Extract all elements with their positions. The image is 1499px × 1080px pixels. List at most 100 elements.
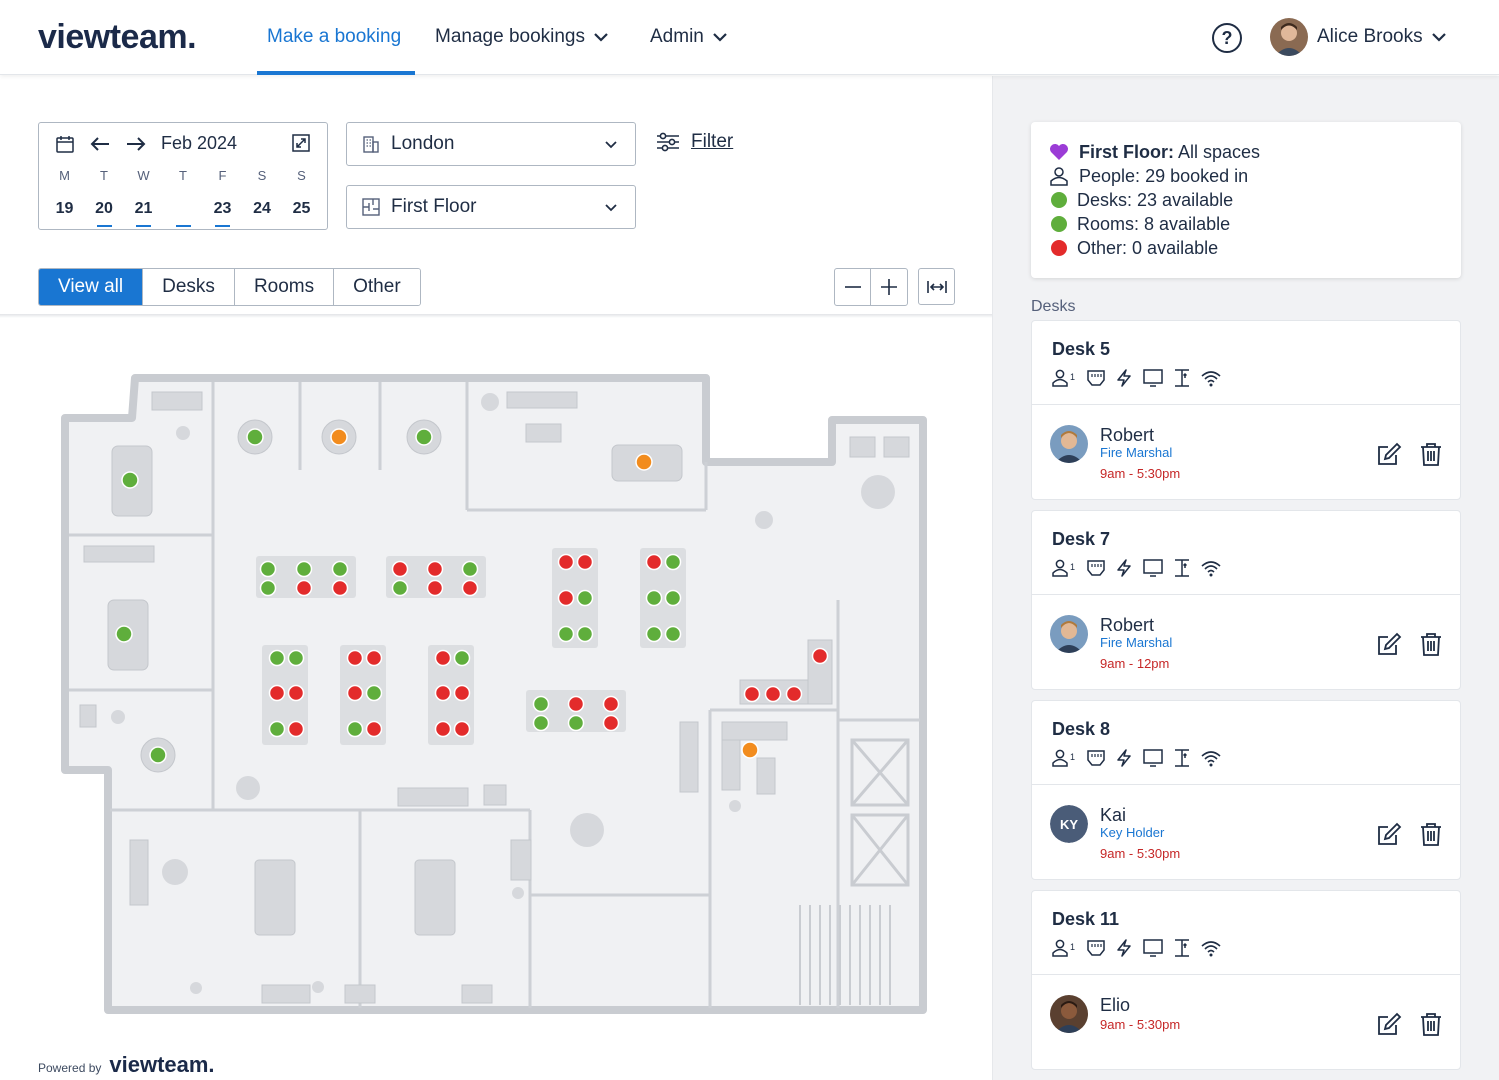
- available-space-marker[interactable]: [287, 649, 305, 667]
- trash-icon[interactable]: [1419, 821, 1443, 847]
- location-select[interactable]: London: [346, 122, 636, 166]
- booked-space-marker[interactable]: [391, 560, 409, 578]
- edit-icon[interactable]: [1376, 821, 1402, 847]
- booked-space-marker[interactable]: [785, 685, 803, 703]
- available-space-marker[interactable]: [268, 649, 286, 667]
- booked-space-marker[interactable]: [287, 684, 305, 702]
- nav-manage-bookings[interactable]: Manage bookings: [435, 26, 609, 48]
- booked-space-marker[interactable]: [557, 589, 575, 607]
- available-space-marker[interactable]: [576, 589, 594, 607]
- booked-space-marker[interactable]: [426, 560, 444, 578]
- user-avatar[interactable]: [1270, 18, 1308, 56]
- partially-booked-marker[interactable]: [635, 453, 653, 471]
- booked-space-marker[interactable]: [764, 685, 782, 703]
- available-space-marker[interactable]: [576, 625, 594, 643]
- tab-desks[interactable]: Desks: [143, 269, 235, 305]
- partially-booked-marker[interactable]: [741, 741, 759, 759]
- arrow-left-icon[interactable]: [89, 136, 111, 152]
- available-space-marker[interactable]: [365, 684, 383, 702]
- booked-space-marker[interactable]: [295, 579, 313, 597]
- fit-width-button[interactable]: [918, 268, 955, 305]
- available-space-marker[interactable]: [532, 695, 550, 713]
- booked-space-marker[interactable]: [811, 647, 829, 665]
- trash-icon[interactable]: [1419, 441, 1443, 467]
- available-space-marker[interactable]: [268, 720, 286, 738]
- edit-icon[interactable]: [1376, 1011, 1402, 1037]
- nav-admin[interactable]: Admin: [650, 26, 728, 48]
- zoom-in-button[interactable]: [871, 269, 907, 305]
- booked-space-marker[interactable]: [287, 720, 305, 738]
- booked-space-marker[interactable]: [461, 579, 479, 597]
- available-space-marker[interactable]: [121, 471, 139, 489]
- edit-icon[interactable]: [1376, 441, 1402, 467]
- booked-space-marker[interactable]: [365, 720, 383, 738]
- calendar-date[interactable]: 19: [45, 195, 84, 225]
- available-space-marker[interactable]: [415, 428, 433, 446]
- calendar-date[interactable]: 21: [124, 195, 163, 227]
- partially-booked-marker[interactable]: [330, 428, 348, 446]
- tab-view-all[interactable]: View all: [39, 269, 144, 305]
- floor-select[interactable]: First Floor: [346, 185, 636, 229]
- available-space-marker[interactable]: [346, 720, 364, 738]
- nav-make-booking[interactable]: Make a booking: [267, 26, 401, 48]
- tab-rooms[interactable]: Rooms: [234, 269, 335, 305]
- zoom-out-button[interactable]: [835, 269, 871, 305]
- available-space-marker[interactable]: [115, 625, 133, 643]
- calendar-icon[interactable]: [55, 134, 75, 154]
- desk-card[interactable]: Desk 7 1 Robert Fire Marshal 9am - 12pm: [1031, 510, 1461, 690]
- edit-icon[interactable]: [1376, 631, 1402, 657]
- calendar-date-selected[interactable]: 22: [164, 195, 203, 227]
- booked-space-marker[interactable]: [365, 649, 383, 667]
- available-space-marker[interactable]: [664, 589, 682, 607]
- expand-icon[interactable]: [291, 133, 311, 153]
- booked-space-marker[interactable]: [576, 553, 594, 571]
- booked-space-marker[interactable]: [346, 649, 364, 667]
- booked-space-marker[interactable]: [453, 720, 471, 738]
- booked-space-marker[interactable]: [268, 684, 286, 702]
- booked-space-marker[interactable]: [434, 684, 452, 702]
- booked-space-marker[interactable]: [434, 720, 452, 738]
- booked-space-marker[interactable]: [346, 684, 364, 702]
- desk-card[interactable]: Desk 5 1 Robert Fire Marshal 9am - 5:30p…: [1031, 320, 1461, 500]
- calendar-date[interactable]: 23: [203, 195, 242, 227]
- available-space-marker[interactable]: [295, 560, 313, 578]
- booked-space-marker[interactable]: [743, 685, 761, 703]
- available-space-marker[interactable]: [331, 560, 349, 578]
- available-space-marker[interactable]: [532, 714, 550, 732]
- available-space-marker[interactable]: [259, 579, 277, 597]
- calendar-date[interactable]: 24: [243, 195, 282, 225]
- available-space-marker[interactable]: [149, 746, 167, 764]
- user-menu[interactable]: Alice Brooks: [1317, 26, 1447, 48]
- booked-space-marker[interactable]: [434, 649, 452, 667]
- available-space-marker[interactable]: [645, 589, 663, 607]
- available-space-marker[interactable]: [461, 560, 479, 578]
- desk-card[interactable]: Desk 8 1 KY Kai Key Holder 9am - 5:30pm: [1031, 700, 1461, 880]
- available-space-marker[interactable]: [664, 553, 682, 571]
- available-space-marker[interactable]: [664, 625, 682, 643]
- available-space-marker[interactable]: [557, 625, 575, 643]
- available-space-marker[interactable]: [645, 625, 663, 643]
- available-space-marker[interactable]: [259, 560, 277, 578]
- booked-space-marker[interactable]: [602, 695, 620, 713]
- booked-space-marker[interactable]: [602, 714, 620, 732]
- booked-space-marker[interactable]: [645, 553, 663, 571]
- available-space-marker[interactable]: [391, 579, 409, 597]
- booked-space-marker[interactable]: [331, 579, 349, 597]
- trash-icon[interactable]: [1419, 1011, 1443, 1037]
- available-space-marker[interactable]: [246, 428, 264, 446]
- booked-space-marker[interactable]: [453, 684, 471, 702]
- floor-plan-map[interactable]: [50, 366, 940, 1026]
- filter-button[interactable]: Filter: [655, 131, 733, 153]
- tab-other[interactable]: Other: [334, 269, 420, 305]
- booked-space-marker[interactable]: [426, 579, 444, 597]
- trash-icon[interactable]: [1419, 631, 1443, 657]
- calendar-date[interactable]: 25: [282, 195, 321, 225]
- available-space-marker[interactable]: [453, 649, 471, 667]
- booked-space-marker[interactable]: [567, 695, 585, 713]
- arrow-right-icon[interactable]: [125, 136, 147, 152]
- booked-space-marker[interactable]: [557, 553, 575, 571]
- calendar-date[interactable]: 20: [85, 195, 124, 227]
- viewteam-logo[interactable]: viewteam.: [38, 18, 197, 57]
- available-space-marker[interactable]: [567, 714, 585, 732]
- desk-card[interactable]: Desk 11 1 Elio 9am - 5:30pm: [1031, 890, 1461, 1070]
